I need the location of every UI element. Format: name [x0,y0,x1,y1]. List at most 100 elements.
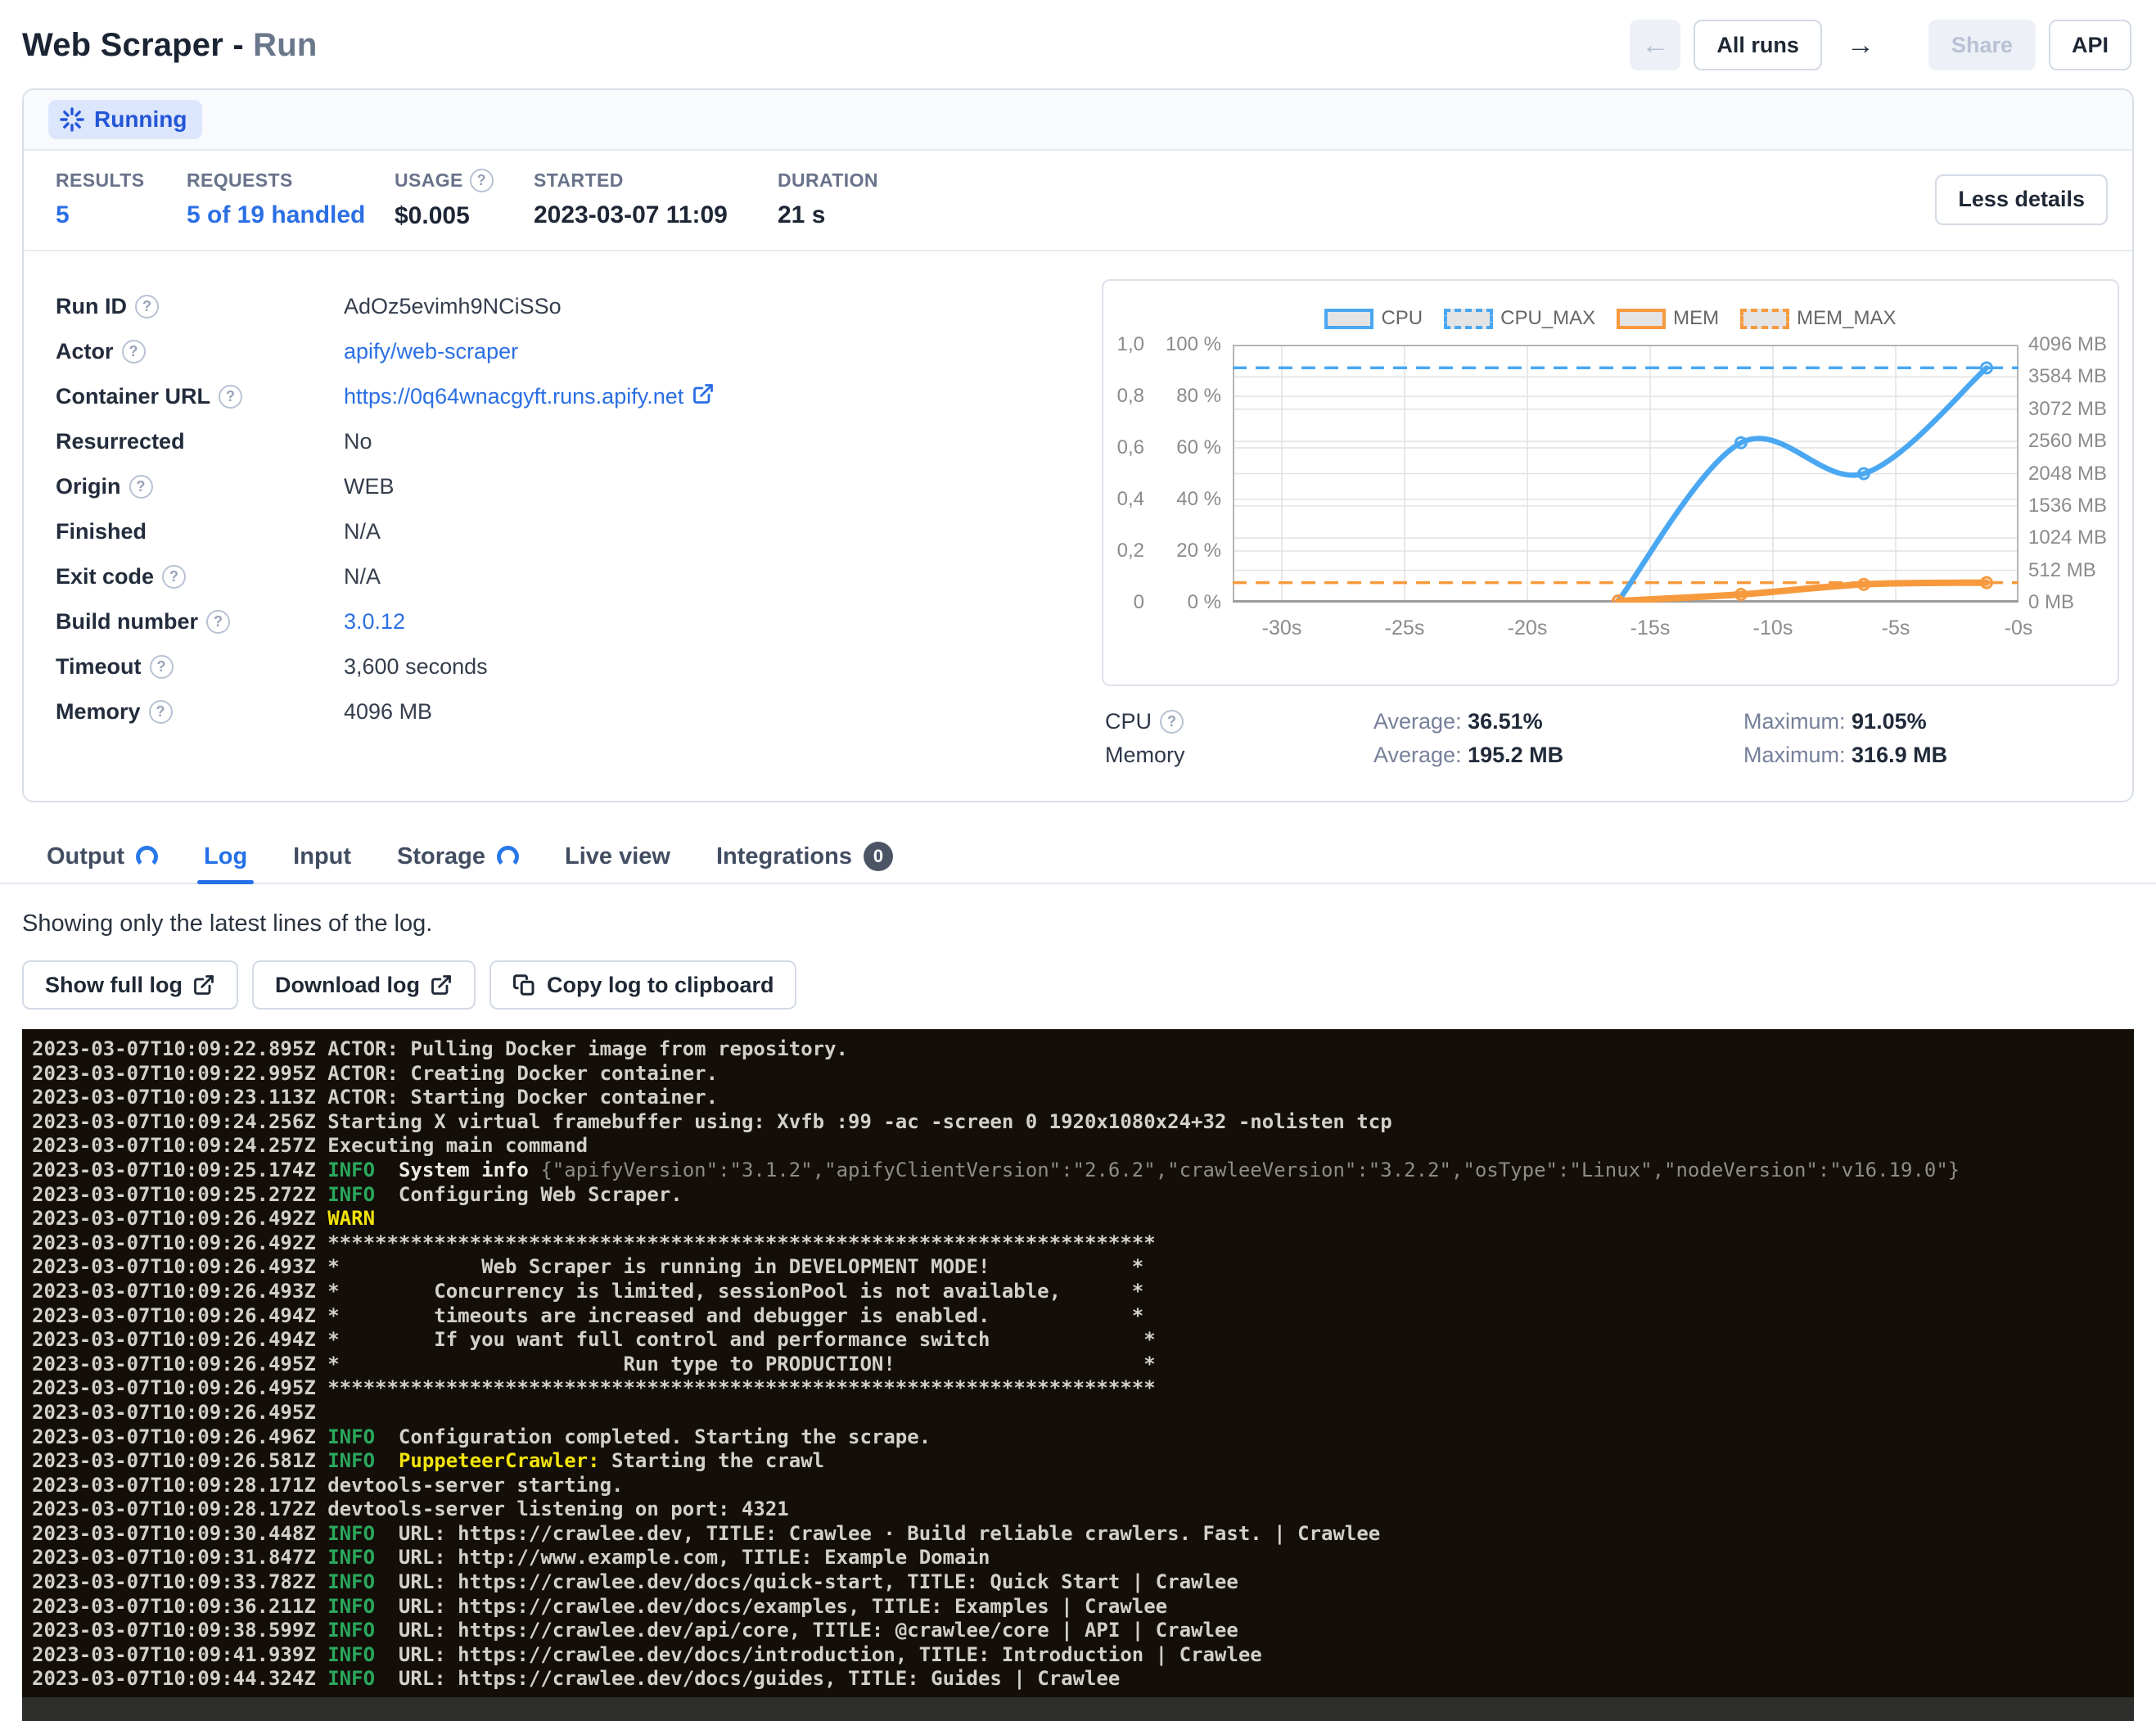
detail-row: Actor?apify/web-scraper [56,329,1102,374]
help-icon[interactable]: ? [129,475,153,499]
stat-label: RESULTS [56,169,187,192]
detail-value[interactable]: apify/web-scraper [344,339,518,364]
detail-label-text: Container URL [56,384,210,409]
external-link-icon[interactable] [692,382,715,411]
memory-average: Average: 195.2 MB [1373,743,1743,768]
detail-row: Run ID?AdOz5evimh9NCiSSo [56,284,1102,329]
axis-tick-label: 80 % [1176,385,1221,408]
log-terminal[interactable]: 2023-03-07T10:09:22.895Z ACTOR: Pulling … [22,1029,2134,1721]
axis-tick-label: 4096 MB [2028,333,2107,356]
help-icon[interactable]: ? [150,655,174,679]
axis-tick-label: 20 % [1176,540,1221,562]
log-line: 2023-03-07T10:09:26.493Z * Concurrency i… [32,1280,2134,1304]
axis-tick-label: 1024 MB [2028,526,2107,549]
help-icon[interactable]: ? [206,610,230,634]
detail-label-text: Origin [56,474,121,499]
top-actions: ← All runs → Share API [1630,20,2131,70]
legend-label: CPU_MAX [1500,307,1595,330]
log-note: Showing only the latest lines of the log… [22,910,2156,937]
log-action-label: Copy log to clipboard [547,973,774,998]
x-tick-label: -10s [1753,617,1793,640]
axis-tick-label: 3584 MB [2028,365,2107,388]
help-icon[interactable]: ? [122,340,146,364]
api-button[interactable]: API [2049,20,2131,70]
detail-label: Run ID? [56,294,344,319]
detail-value: WEB [344,474,395,499]
detail-value-text: N/A [344,519,381,544]
detail-row: Container URL? https://0q64wnacgyft.runs.… [56,374,1102,419]
log-action-copy-log-to-clipboard[interactable]: Copy log to clipboard [489,960,797,1010]
log-line: 2023-03-07T10:09:26.495Z ***************… [32,1376,2134,1401]
log-action-download-log[interactable]: Download log [252,960,476,1010]
tab-live-view[interactable]: Live view [565,830,670,883]
detail-value: N/A [344,519,381,544]
stat-label-text: DURATION [778,169,878,192]
stat-label: REQUESTS [187,169,395,192]
log-action-show-full-log[interactable]: Show full log [22,960,238,1010]
tab-label: Input [293,843,351,870]
log-line: 2023-03-07T10:09:26.493Z * Web Scraper i… [32,1255,2134,1280]
help-icon[interactable]: ? [135,295,159,318]
log-line: 2023-03-07T10:09:23.113Z ACTOR: Starting… [32,1086,2134,1110]
detail-label: Finished [56,519,344,544]
legend-item-cpu_max[interactable]: CPU_MAX [1444,307,1595,330]
horizontal-scrollbar[interactable] [22,1697,2134,1721]
log-line: 2023-03-07T10:09:22.995Z ACTOR: Creating… [32,1062,2134,1086]
stat-label-text: REQUESTS [187,169,293,192]
detail-value-text: No [344,429,372,454]
x-tick-label: -0s [2005,617,2033,640]
stat-value[interactable]: 5 [56,201,187,229]
axis-tick-label: 40 % [1176,488,1221,511]
all-runs-button[interactable]: All runs [1694,20,1822,70]
tabs: Output Log Input Storage Live view Integratio… [0,830,2156,884]
page-title-primary: Web Scraper [22,27,223,63]
detail-label-text: Timeout [56,654,142,680]
tab-integrations[interactable]: Integrations0 [716,830,893,883]
log-line: 2023-03-07T10:09:24.257Z Executing main … [32,1134,2134,1159]
detail-row: Finished N/A [56,509,1102,554]
axis-tick-label: 0,4 [1117,488,1144,511]
log-line: 2023-03-07T10:09:31.847Z INFO URL: http:… [32,1546,2134,1570]
external-link-icon [692,382,715,405]
less-details-button[interactable]: Less details [1935,174,2108,225]
stats-row: RESULTS5REQUESTS5 of 19 handledUSAGE?$0.… [24,151,2132,251]
detail-label-text: Finished [56,519,147,544]
tab-log[interactable]: Log [204,830,247,883]
help-icon[interactable]: ? [162,565,186,589]
tab-label: Live view [565,843,670,870]
chart-axis-mb: 4096 MB3584 MB3072 MB2560 MB2048 MB1536 … [2018,345,2118,603]
stat-value[interactable]: 5 of 19 handled [187,201,395,229]
log-line: 2023-03-07T10:09:26.581Z INFO PuppeteerC… [32,1449,2134,1474]
detail-label: Origin? [56,474,344,499]
detail-row: Origin?WEB [56,464,1102,509]
help-icon[interactable]: ? [470,169,494,192]
detail-label: Resurrected [56,429,344,454]
detail-row: Exit code?N/A [56,554,1102,599]
log-line: 2023-03-07T10:09:26.496Z INFO Configurat… [32,1425,2134,1450]
help-icon[interactable]: ? [1160,710,1184,734]
legend-item-mem_max[interactable]: MEM_MAX [1740,307,1896,330]
legend-item-mem[interactable]: MEM [1617,307,1719,330]
help-icon[interactable]: ? [219,385,242,409]
detail-value-text: AdOz5evimh9NCiSSo [344,294,562,319]
detail-value[interactable]: https://0q64wnacgyft.runs.apify.net [344,382,715,411]
previous-run-button[interactable]: ← [1630,20,1680,70]
chart-x-labels: -30s-25s-20s-15s-10s-5s-0s [1233,607,2018,644]
axis-tick-label: 0,2 [1117,540,1144,562]
share-button[interactable]: Share [1928,20,2036,70]
tab-output[interactable]: Output [47,830,158,883]
tab-input[interactable]: Input [293,830,351,883]
log-line: 2023-03-07T10:09:41.939Z INFO URL: https… [32,1643,2134,1668]
detail-value[interactable]: 3.0.12 [344,609,405,635]
legend-item-cpu[interactable]: CPU [1324,307,1423,330]
stat-requests: REQUESTS 5 of 19 handled [187,169,395,229]
tab-storage[interactable]: Storage [397,830,519,883]
arrow-left-icon: ← [1641,29,1669,61]
axis-tick-label: 0 MB [2028,591,2074,614]
topbar: Web Scraper - Run ← All runs → Share API [0,0,2156,70]
stat-label-text: STARTED [534,169,624,192]
help-icon[interactable]: ? [149,700,173,724]
detail-row: Memory?4096 MB [56,689,1102,734]
legend-swatch [1617,309,1666,329]
next-run-button[interactable]: → [1835,20,1886,70]
